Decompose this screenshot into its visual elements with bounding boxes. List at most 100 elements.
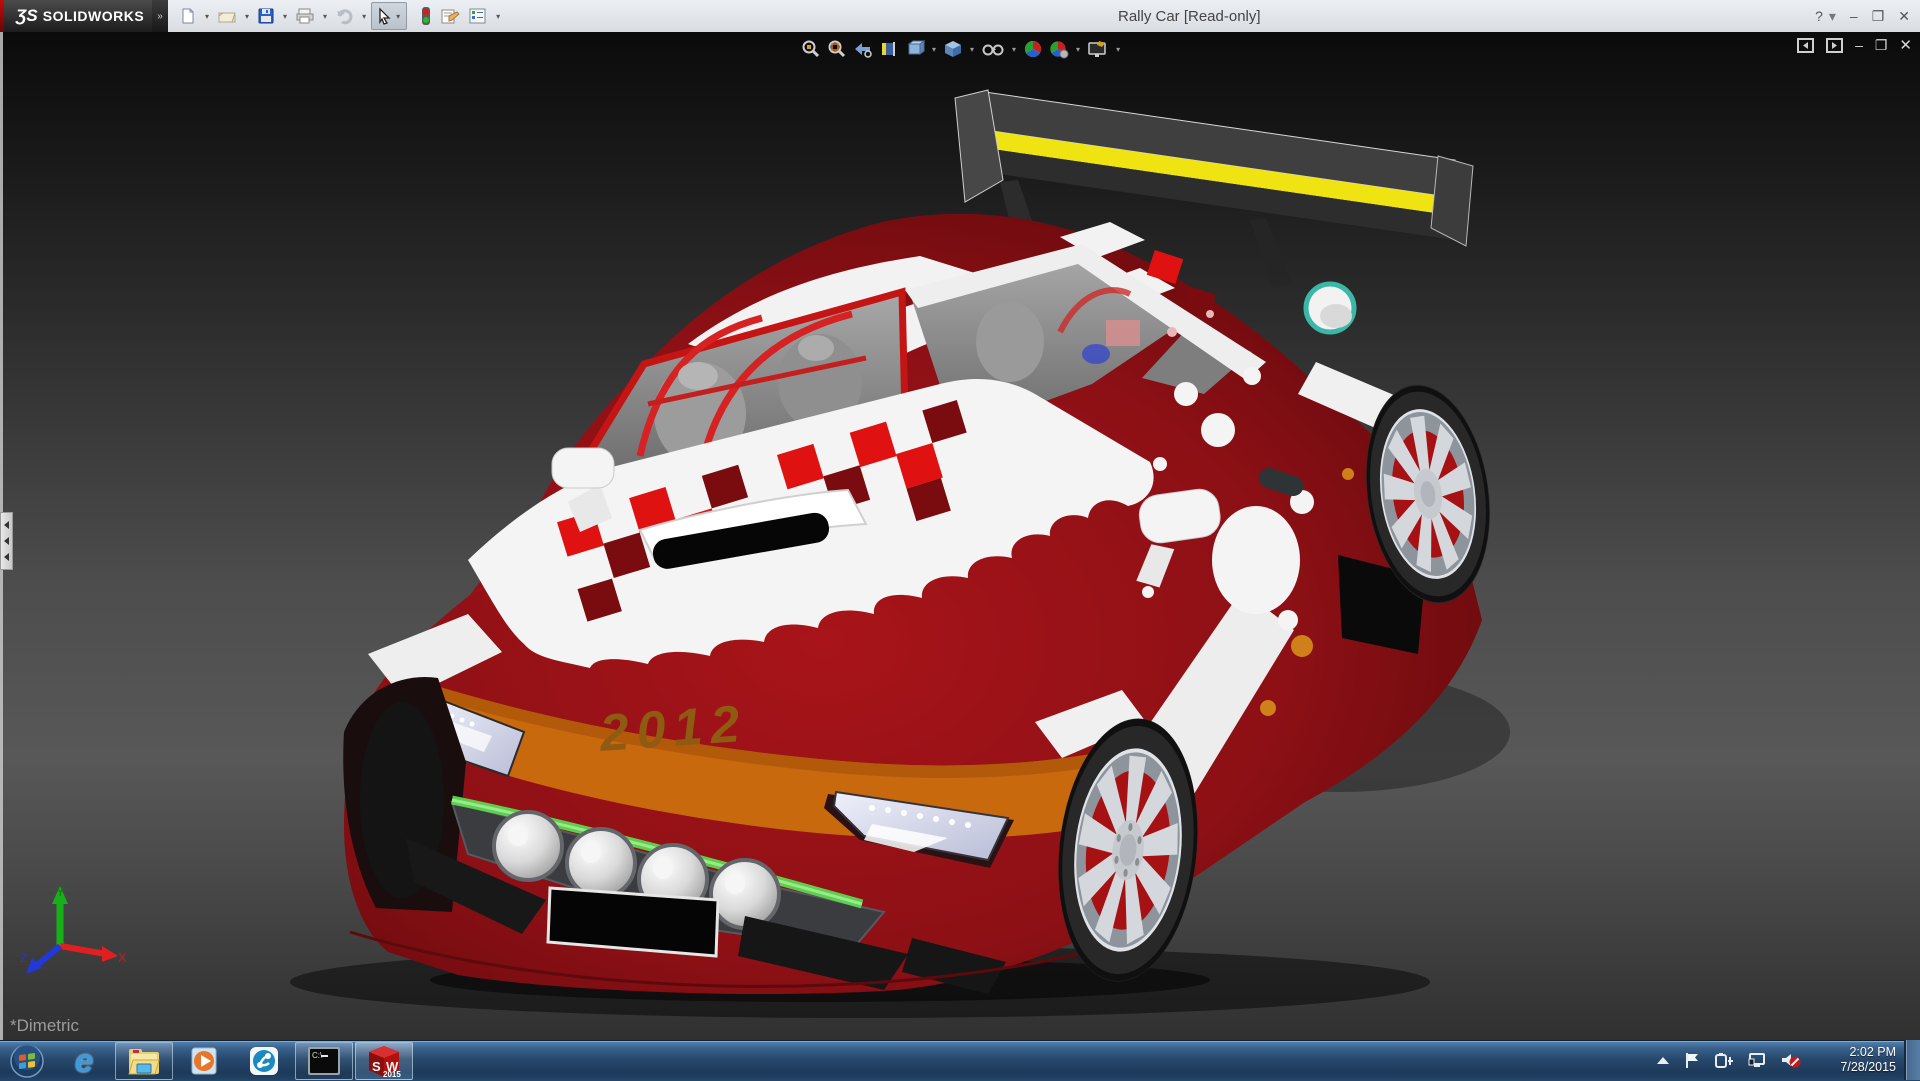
edit-appearance-button[interactable]	[1022, 38, 1044, 60]
options-button[interactable]	[465, 3, 491, 29]
zoom-to-area-icon	[827, 39, 847, 59]
standard-toolbar: ▾ ▾ ▾ ▾ ▾ ▾ ▾	[176, 0, 503, 32]
hide-show-dropdown[interactable]: ▾	[1010, 45, 1018, 54]
taskbar-clock[interactable]: 2:02 PM 7/28/2015	[1840, 1040, 1896, 1080]
view-settings-icon	[1087, 39, 1109, 59]
action-center-flag-icon[interactable]	[1683, 1051, 1701, 1069]
system-tray	[1656, 1040, 1802, 1080]
featuremanager-collapsed-tab[interactable]	[0, 512, 13, 570]
view-settings-button[interactable]	[1086, 38, 1110, 60]
zoom-to-area-button[interactable]	[826, 38, 848, 60]
clock-time: 2:02 PM	[1849, 1045, 1896, 1060]
year-decal: 2012	[597, 695, 749, 763]
windows-explorer-button[interactable]	[115, 1042, 173, 1080]
clock-date: 7/28/2015	[1840, 1060, 1896, 1075]
start-button[interactable]	[1, 1042, 53, 1080]
solidworks-logo-mark: ƷS	[16, 6, 38, 26]
document-window-controls: – ❐ ✕	[1797, 36, 1912, 54]
section-view-button[interactable]	[878, 38, 900, 60]
zoom-to-fit-icon	[801, 39, 821, 59]
traffic-light-icon	[420, 6, 432, 26]
collapse-left-pane-icon[interactable]	[1797, 38, 1814, 53]
show-hidden-icons-button[interactable]	[1656, 1055, 1670, 1065]
view-orientation-label: *Dimetric	[10, 1016, 79, 1036]
open-folder-icon	[217, 7, 237, 25]
view-orientation-dropdown[interactable]: ▾	[930, 45, 938, 54]
new-document-icon	[179, 7, 197, 25]
help-button[interactable]: ?	[1815, 8, 1823, 24]
close-button[interactable]: ✕	[1898, 8, 1910, 25]
select-tool-button[interactable]: ▾	[371, 2, 407, 30]
display-style-button[interactable]	[942, 38, 964, 60]
open-dropdown[interactable]: ▾	[242, 12, 252, 21]
display-style-icon	[943, 39, 963, 59]
zoom-to-fit-button[interactable]	[800, 38, 822, 60]
previous-view-button[interactable]	[852, 38, 874, 60]
media-player-icon	[188, 1045, 220, 1077]
solidworks-taskbar-button[interactable]: S W 2015	[355, 1042, 413, 1080]
save-floppy-icon	[257, 7, 275, 25]
rebuild-button[interactable]	[417, 3, 435, 29]
print-dropdown[interactable]: ▾	[320, 12, 330, 21]
previous-view-icon	[853, 39, 873, 59]
share-app-icon	[248, 1045, 280, 1077]
restore-button[interactable]: ❐	[1872, 8, 1885, 25]
select-dropdown[interactable]: ▾	[393, 12, 403, 21]
graphics-area[interactable]: 2012	[0, 32, 1920, 1040]
select-cursor-icon	[375, 7, 393, 25]
save-dropdown[interactable]: ▾	[280, 12, 290, 21]
volume-muted-icon[interactable]	[1780, 1051, 1802, 1069]
view-orientation-button[interactable]	[904, 38, 926, 60]
network-icon[interactable]	[1747, 1051, 1767, 1069]
file-properties-icon	[440, 7, 460, 25]
undo-icon	[335, 7, 354, 25]
new-dropdown[interactable]: ▾	[202, 12, 212, 21]
apply-scene-button[interactable]	[1048, 38, 1070, 60]
undo-button[interactable]	[332, 3, 357, 29]
minimize-document-button[interactable]: –	[1855, 37, 1863, 53]
reference-triad: Y X Z	[18, 884, 128, 984]
open-document-button[interactable]	[214, 3, 240, 29]
help-dropdown[interactable]: ▾	[1829, 8, 1836, 25]
command-prompt-button[interactable]: C:\	[295, 1042, 353, 1080]
document-title: Rally Car [Read-only]	[1118, 0, 1261, 32]
rally-car-model[interactable]: 2012	[0, 32, 1920, 1040]
view-settings-dropdown[interactable]: ▾	[1114, 45, 1122, 54]
triad-y-label: Y	[56, 884, 65, 899]
options-dropdown[interactable]: ▾	[493, 12, 503, 21]
undo-dropdown[interactable]: ▾	[359, 12, 369, 21]
save-button[interactable]	[254, 3, 278, 29]
solidworks-app-icon: S W 2015	[366, 1044, 402, 1078]
collapse-arrow-icon	[4, 537, 9, 545]
svg-text:S: S	[372, 1059, 381, 1074]
menu-expand-arrow[interactable]: »	[152, 0, 168, 32]
share-app-button[interactable]	[235, 1042, 293, 1080]
new-document-button[interactable]	[176, 3, 200, 29]
print-button[interactable]	[292, 3, 318, 29]
appearance-sphere-icon	[1023, 39, 1043, 59]
eyeglasses-icon	[981, 39, 1005, 59]
power-battery-icon[interactable]	[1714, 1051, 1734, 1069]
window-controls: ? ▾ – ❐ ✕	[1815, 0, 1910, 32]
internet-explorer-icon: e	[75, 1042, 93, 1080]
solidworks-logo: ƷS SOLIDWORKS	[4, 0, 152, 32]
view-orientation-icon	[905, 39, 925, 59]
collapse-arrow-icon	[4, 521, 9, 529]
apply-scene-dropdown[interactable]: ▾	[1074, 45, 1082, 54]
heads-up-toolbar: ▾ ▾ ▾ ▾ ▾	[800, 36, 1122, 62]
display-style-dropdown[interactable]: ▾	[968, 45, 976, 54]
solidworks-logo-text: SOLIDWORKS	[43, 8, 144, 24]
minimize-button[interactable]: –	[1850, 8, 1858, 24]
show-desktop-button[interactable]	[1904, 1040, 1920, 1080]
restore-document-button[interactable]: ❐	[1875, 37, 1888, 54]
windows-explorer-icon	[127, 1046, 161, 1076]
solidworks-icon-year: 2015	[383, 1070, 401, 1078]
media-player-button[interactable]	[175, 1042, 233, 1080]
hide-show-items-button[interactable]	[980, 38, 1006, 60]
printer-icon	[295, 7, 315, 25]
close-document-button[interactable]: ✕	[1899, 36, 1912, 54]
internet-explorer-button[interactable]: e	[55, 1042, 113, 1080]
expand-right-pane-icon[interactable]	[1826, 38, 1843, 53]
file-properties-button[interactable]	[437, 3, 463, 29]
triad-x-label: X	[118, 950, 127, 965]
